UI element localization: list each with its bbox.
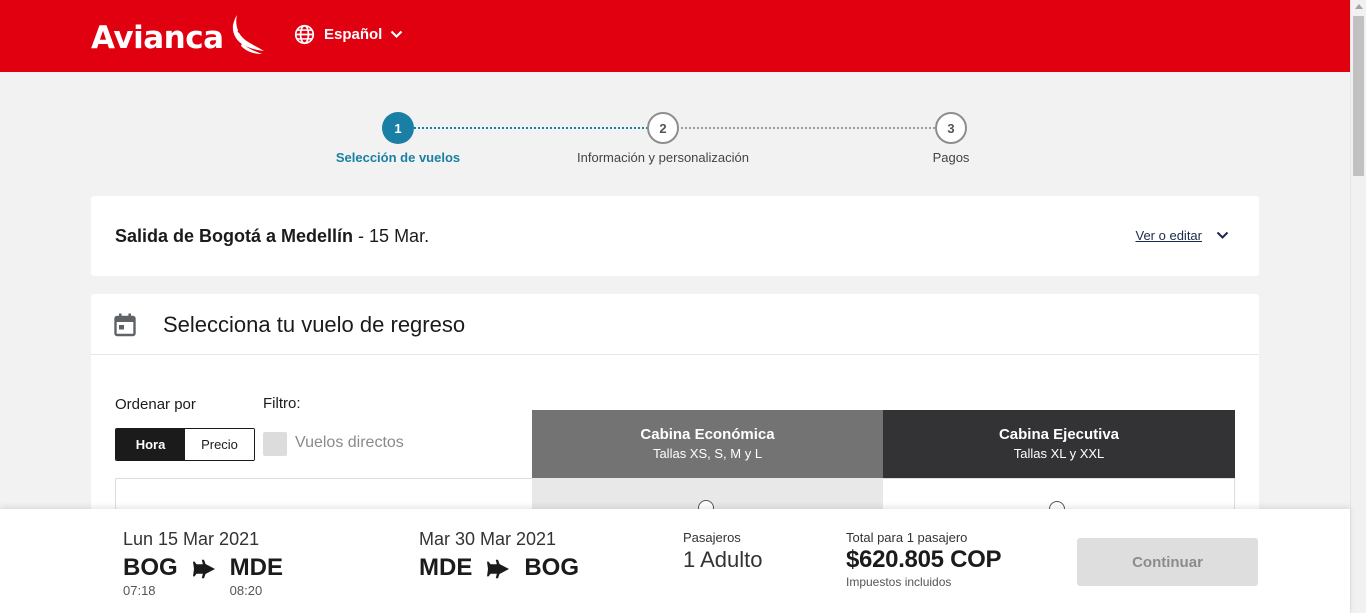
outbound-date: Lun 15 Mar 2021 (123, 529, 260, 549)
total-label: Total para 1 pasajero (846, 530, 968, 545)
total-amount: $620.805 COP (846, 546, 1002, 573)
outbound-flight-card: Salida de Bogotá a Medellín - 15 Mar. Ve… (91, 196, 1259, 276)
avianca-logo[interactable]: Avianca (91, 15, 266, 60)
inbound-destination-code: BOG (524, 554, 580, 581)
chevron-down-icon (390, 30, 403, 39)
inbound-date: Mar 30 Mar 2021 (419, 529, 557, 549)
return-section-title: Selecciona tu vuelo de regreso (163, 312, 466, 337)
sort-by-price-button[interactable]: Precio (185, 429, 254, 460)
passengers-value: 1 Adulto (683, 547, 763, 572)
step-1-circle: 1 (382, 112, 414, 144)
cabin-economy-title: Cabina Económica (640, 426, 775, 443)
cabin-economy-sizes: Tallas XS, S, M y L (652, 446, 763, 461)
direct-flights-checkbox[interactable] (263, 432, 287, 456)
sort-toggle[interactable]: Hora Precio (115, 428, 255, 461)
taxes-note: Impuestos incluidos (846, 575, 952, 589)
outbound-departure-time: 07:18 (123, 583, 156, 598)
site-header: Avianca Español (0, 0, 1350, 72)
plane-icon (192, 559, 216, 579)
inbound-destination: BOG (524, 554, 579, 582)
outbound-origin-code: BOG (123, 554, 178, 581)
total-price-summary: Total para 1 pasajero $620.805 COP Impue… (846, 530, 1001, 589)
scroll-up-arrow-icon[interactable] (1355, 4, 1363, 9)
scrollbar-thumb[interactable] (1353, 16, 1364, 176)
stepper-connector-2 (681, 127, 935, 129)
plane-icon (486, 559, 510, 579)
inbound-route: MDE BOG (419, 554, 579, 582)
chevron-down-icon[interactable] (1216, 231, 1229, 240)
view-edit-link[interactable]: Ver o editar (1136, 228, 1203, 243)
brand-name: Avianca (91, 19, 224, 56)
step-2-label: Información y personalización (577, 150, 749, 165)
passengers-label: Pasajeros (683, 530, 741, 545)
view-edit-toggle[interactable]: Ver o editar (1136, 228, 1230, 243)
continue-button[interactable]: Continuar (1077, 538, 1258, 586)
outbound-destination-code: MDE (229, 554, 284, 581)
booking-summary-bar: Lun 15 Mar 2021 BOG 07:18 MDE 08:20 Mar … (0, 509, 1350, 613)
outbound-arrival-time: 08:20 (229, 583, 263, 598)
outbound-destination: MDE 08:20 (230, 554, 283, 598)
globe-icon (294, 24, 315, 45)
step-2-circle: 2 (647, 112, 679, 144)
cabin-executive-header: Cabina Ejecutiva Tallas XL y XXL (883, 410, 1235, 478)
cabin-economy-header: Cabina Económica Tallas XS, S, M y L (532, 410, 883, 478)
filter-label: Filtro: (263, 395, 301, 412)
outbound-origin: BOG 07:18 (123, 554, 178, 598)
step-1-label: Selección de vuelos (335, 150, 461, 165)
sort-label: Ordenar por (115, 396, 196, 413)
direct-flights-label[interactable]: Vuelos directos (295, 434, 404, 452)
avianca-bird-icon (228, 13, 266, 60)
outbound-title: Salida de Bogotá a Medellín - 15 Mar. (115, 226, 430, 246)
language-selector[interactable]: Español (294, 24, 403, 45)
passengers-summary: Pasajeros 1 Adulto (683, 530, 763, 573)
cabin-executive-sizes: Tallas XL y XXL (1013, 446, 1105, 461)
return-card-header: Selecciona tu vuelo de regreso (91, 294, 1259, 355)
stepper-connector-1 (414, 127, 648, 129)
cabin-executive-title: Cabina Ejecutiva (998, 426, 1120, 443)
page-scrollbar[interactable] (1350, 0, 1366, 613)
inbound-origin: MDE (419, 554, 472, 582)
step-3-circle: 3 (935, 112, 967, 144)
inbound-origin-code: MDE (419, 554, 473, 581)
summary-outbound-leg: Lun 15 Mar 2021 BOG 07:18 MDE 08:20 (123, 529, 283, 598)
sort-by-time-button[interactable]: Hora (116, 429, 185, 460)
step-3-label: Pagos (932, 150, 970, 165)
outbound-route: BOG 07:18 MDE 08:20 (123, 554, 283, 598)
calendar-icon (114, 313, 136, 342)
summary-inbound-leg: Mar 30 Mar 2021 MDE BOG (419, 529, 579, 582)
language-label: Español (324, 26, 383, 43)
